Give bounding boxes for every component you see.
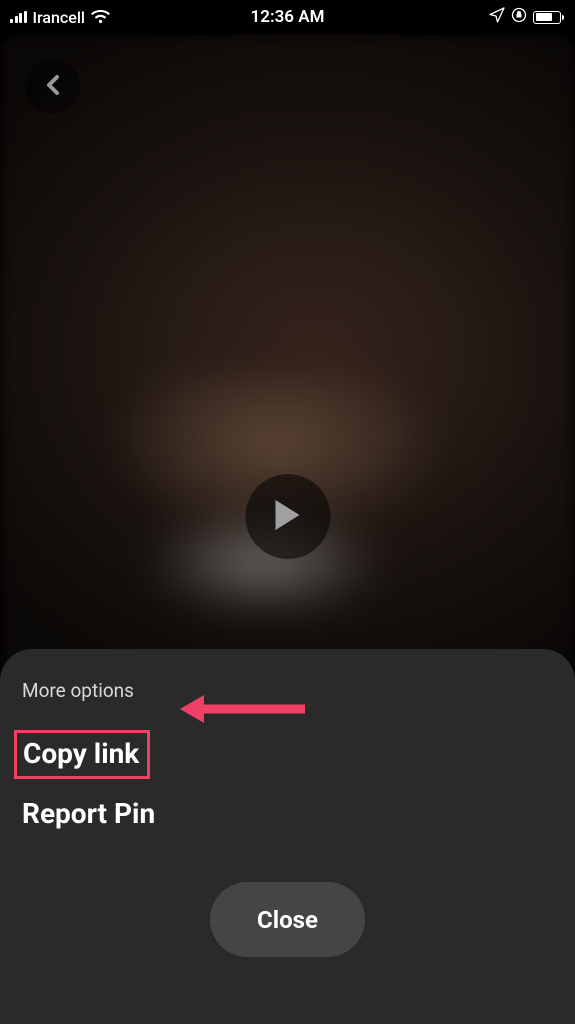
menu-item-copy-link[interactable]: Copy link (23, 737, 139, 770)
location-icon (489, 7, 505, 27)
status-left: Irancell (10, 8, 110, 27)
annotation-highlight: Copy link (14, 730, 150, 779)
clock: 12:36 AM (251, 7, 325, 27)
annotation-arrow-icon (180, 689, 310, 733)
menu-item-report-pin[interactable]: Report Pin (22, 797, 155, 830)
carrier-label: Irancell (33, 8, 86, 27)
status-right (489, 7, 561, 27)
orientation-lock-icon (511, 7, 527, 27)
more-options-sheet: More options Copy link Report Pin Close (0, 649, 575, 1024)
cellular-signal-icon (10, 11, 27, 23)
wifi-icon (91, 10, 110, 24)
content-area: More options Copy link Report Pin Close (0, 34, 575, 1024)
play-button[interactable] (245, 474, 330, 559)
close-button[interactable]: Close (210, 882, 365, 957)
back-button[interactable] (25, 59, 80, 114)
chevron-left-icon (44, 74, 62, 100)
status-bar: Irancell 12:36 AM (0, 0, 575, 34)
play-icon (273, 498, 303, 536)
battery-icon (533, 11, 561, 24)
